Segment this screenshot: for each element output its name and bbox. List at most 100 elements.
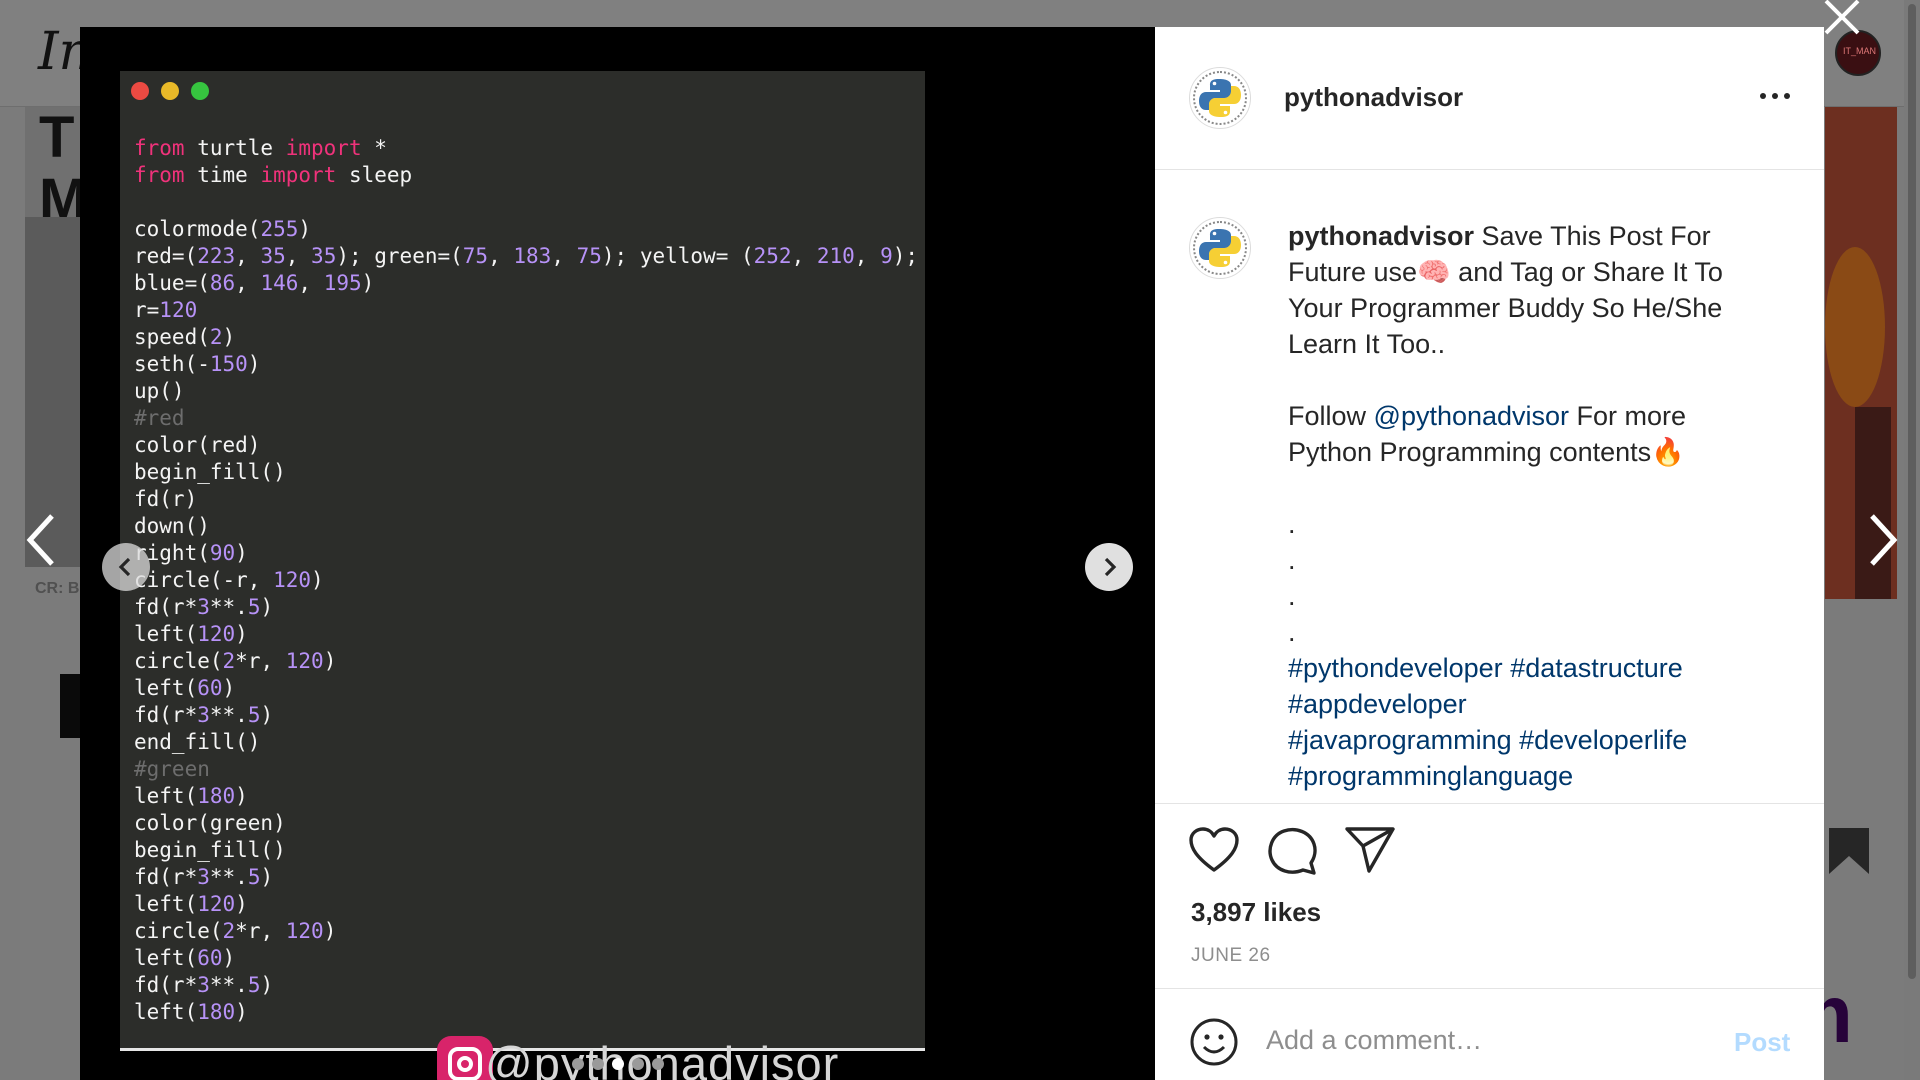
comment-input[interactable] bbox=[1266, 1023, 1706, 1057]
code-token: 223 bbox=[197, 244, 236, 268]
hashtag-link[interactable]: #developerlife bbox=[1519, 725, 1687, 755]
hashtag-link[interactable]: #appdeveloper bbox=[1288, 689, 1467, 719]
code-line: fd(r) bbox=[134, 486, 924, 513]
code-token: 150 bbox=[209, 352, 248, 376]
likes-count[interactable]: 3,897 likes bbox=[1191, 897, 1321, 928]
background-credit: CR: B bbox=[35, 580, 80, 597]
caption-line: Future use🧠 and Tag or Share It To bbox=[1288, 254, 1788, 290]
page-scrollbar[interactable] bbox=[1904, 0, 1920, 1080]
code-token: **. bbox=[209, 595, 248, 619]
author-username[interactable]: pythonadvisor bbox=[1284, 82, 1463, 113]
caption-fragment: . bbox=[1288, 581, 1296, 611]
code-token: *r, bbox=[235, 649, 286, 673]
carousel-prev-button[interactable] bbox=[102, 543, 150, 591]
code-token: #green bbox=[134, 757, 210, 781]
code-token: ) bbox=[235, 1000, 248, 1024]
code-token: turtle bbox=[184, 136, 286, 160]
carousel-next-button[interactable] bbox=[1085, 543, 1133, 591]
code-token: ) bbox=[361, 271, 375, 295]
code-token: left( bbox=[134, 676, 198, 700]
carousel-dot bbox=[652, 1058, 664, 1070]
smiley-icon bbox=[1190, 1018, 1238, 1066]
code-line: fd(r*3**.5) bbox=[134, 864, 924, 891]
previous-post-arrow[interactable] bbox=[22, 510, 62, 570]
post-media: from turtle import * from time import sle… bbox=[80, 27, 1155, 1080]
code-token: ) bbox=[222, 676, 236, 700]
code-token: import bbox=[285, 136, 362, 160]
caption-fragment bbox=[1512, 725, 1520, 755]
code-screenshot: from turtle import * from time import sle… bbox=[120, 71, 925, 1051]
caption-line: . bbox=[1288, 542, 1788, 578]
code-token: ) bbox=[311, 568, 324, 592]
caption-fragment: Your Programmer Buddy So He/She bbox=[1288, 293, 1723, 323]
close-modal-button[interactable] bbox=[1819, 0, 1865, 40]
comment-button[interactable] bbox=[1266, 826, 1318, 881]
mention-link[interactable]: @pythonadvisor bbox=[1374, 401, 1570, 431]
caption-line: #pythondeveloper #datastructure bbox=[1288, 650, 1788, 686]
code-line: from turtle import * bbox=[134, 135, 924, 162]
code-token: fd(r* bbox=[134, 973, 198, 997]
post-modal: from turtle import * from time import sle… bbox=[80, 27, 1869, 1080]
code-token: seth(- bbox=[134, 352, 210, 376]
save-button[interactable] bbox=[1826, 826, 1872, 881]
code-token: 86 bbox=[209, 271, 236, 295]
code-line: left(120) bbox=[134, 891, 924, 918]
caption-line: . bbox=[1288, 578, 1788, 614]
caption-line: pythonadvisor Save This Post For bbox=[1288, 218, 1788, 254]
code-line: #green bbox=[134, 756, 924, 783]
code-line: down() bbox=[134, 513, 924, 540]
code-token: 120 bbox=[197, 622, 236, 646]
code-token: ); bbox=[892, 244, 919, 268]
hashtag-link[interactable]: #javaprogramming bbox=[1288, 725, 1512, 755]
code-line: circle(2*r, 120) bbox=[134, 648, 924, 675]
code-token: end_fill() bbox=[134, 730, 261, 754]
code-token: 120 bbox=[285, 919, 324, 943]
background-post-thumbnail-left[interactable]: T M bbox=[25, 107, 87, 567]
post-date[interactable]: JUNE 26 bbox=[1191, 945, 1271, 967]
code-token: ) bbox=[298, 217, 312, 241]
code-token: , bbox=[298, 271, 324, 295]
code-token: 5 bbox=[247, 865, 261, 889]
code-token: up() bbox=[134, 379, 185, 403]
code-line: colormode(255) bbox=[134, 216, 924, 243]
emoji-button[interactable] bbox=[1189, 1017, 1239, 1072]
caption-text: pythonadvisor Save This Post For Future u… bbox=[1288, 218, 1788, 794]
code-token: 180 bbox=[197, 784, 236, 808]
share-button[interactable] bbox=[1344, 826, 1396, 879]
more-options-button[interactable] bbox=[1757, 87, 1793, 107]
scrollbar-thumb[interactable] bbox=[1908, 4, 1916, 979]
hashtag-link[interactable]: #programminglanguage bbox=[1288, 761, 1573, 791]
next-post-arrow[interactable] bbox=[1862, 510, 1902, 570]
hashtag-link[interactable]: #pythondeveloper bbox=[1288, 653, 1503, 683]
background-thumb-fragment bbox=[60, 674, 82, 738]
code-token: * bbox=[361, 136, 387, 160]
instagram-watermark: @pythonadvisor bbox=[437, 1036, 937, 1080]
code-token: 2 bbox=[222, 649, 236, 673]
caption-username[interactable]: pythonadvisor bbox=[1288, 221, 1474, 251]
caption-fragment: . bbox=[1288, 509, 1296, 539]
carousel-dot bbox=[612, 1058, 624, 1070]
like-button[interactable] bbox=[1188, 826, 1240, 879]
close-icon bbox=[1824, 0, 1860, 35]
caption-author-avatar[interactable] bbox=[1189, 217, 1251, 279]
code-token: begin_fill() bbox=[134, 460, 286, 484]
caption-line: . bbox=[1288, 614, 1788, 650]
post-comment-button[interactable]: Post bbox=[1734, 1027, 1790, 1058]
hashtag-link[interactable]: #datastructure bbox=[1510, 653, 1683, 683]
code-token: , bbox=[551, 244, 577, 268]
python-logo-icon bbox=[1199, 79, 1241, 117]
code-token: left( bbox=[134, 784, 198, 808]
code-line: color(red) bbox=[134, 432, 924, 459]
carousel-dot bbox=[632, 1058, 644, 1070]
author-avatar[interactable] bbox=[1189, 67, 1251, 129]
send-icon bbox=[1345, 827, 1395, 873]
carousel-dot bbox=[592, 1058, 604, 1070]
caption-fragment: For more bbox=[1569, 401, 1687, 431]
code-token: ) bbox=[235, 784, 248, 808]
code-token: 210 bbox=[816, 244, 855, 268]
code-token: begin_fill() bbox=[134, 838, 286, 862]
code-token: fd(r* bbox=[134, 595, 198, 619]
caption-fragment: Future use🧠 and Tag or Share It To bbox=[1288, 257, 1723, 287]
code-token: ) bbox=[260, 595, 274, 619]
